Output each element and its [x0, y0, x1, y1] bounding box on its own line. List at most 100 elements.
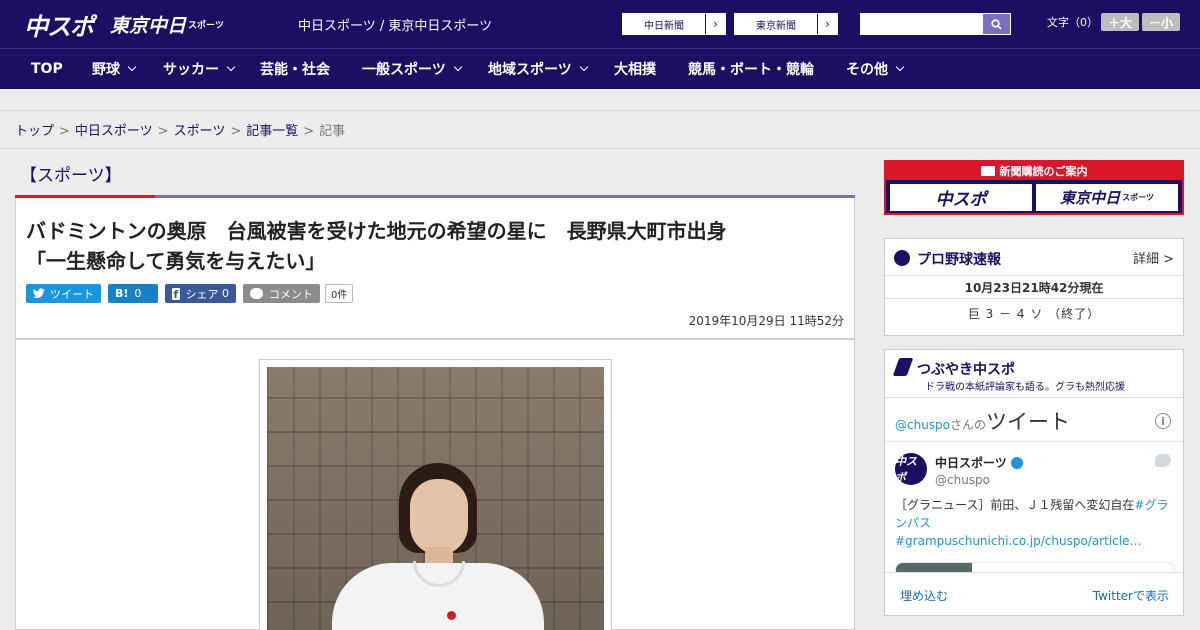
article-date: 2019年10月29日 11時52分: [688, 314, 844, 328]
ad-tokyo-logo[interactable]: 東京中日 スポーツ: [1036, 184, 1178, 211]
article-photo[interactable]: [267, 367, 604, 630]
breadcrumb-article-list[interactable]: 記事一覧: [246, 124, 298, 139]
tweet-text: ［グラニュース］前田、Ｊ１残留へ変幻自在#グランパス #grampuschuni…: [895, 496, 1173, 550]
comment-count: 0件: [325, 284, 354, 303]
view-on-twitter-link[interactable]: Twitterで表示: [1093, 587, 1169, 604]
tweet-author-name[interactable]: 中日スポーツ: [935, 454, 1023, 471]
nav-item-entertainment[interactable]: 芸能・社会: [260, 49, 330, 89]
search-input[interactable]: [860, 13, 982, 35]
breadcrumb-sep: >: [59, 124, 70, 139]
nav-label: 大相撲: [614, 62, 656, 78]
baseball-detail-link[interactable]: 詳細 >: [1133, 248, 1174, 267]
comment-label: コメント: [269, 287, 313, 301]
divider: [885, 441, 1183, 442]
breadcrumb-sep: >: [230, 124, 242, 139]
baseball-widget: プロ野球速報 詳細 > 10月23日21時42分現在 巨 3 － 4 ソ （終了…: [884, 238, 1184, 336]
comment-button[interactable]: コメント: [243, 284, 320, 303]
tokyo-shimbun-link[interactable]: 東京新聞 ›: [734, 13, 838, 35]
avatar[interactable]: 中スポ: [895, 453, 927, 485]
twitter-bird-icon[interactable]: [1155, 454, 1171, 467]
chevron-down-icon: [127, 62, 137, 72]
font-size-decrease-button[interactable]: －小: [1142, 13, 1180, 31]
tweet-author-name-text: 中日スポーツ: [935, 456, 1007, 470]
article-body: [15, 339, 855, 630]
baseball-widget-title: プロ野球速報: [917, 252, 1001, 268]
nav-item-racing[interactable]: 競馬・ボート・競輪: [688, 49, 814, 89]
twitter-share-label: ツイート: [50, 287, 94, 301]
nav-label: 地域スポーツ: [488, 62, 572, 78]
chevron-right-icon: ›: [705, 14, 725, 34]
pen-icon: [892, 358, 914, 376]
subscription-ad[interactable]: 新聞購読のご案内 中スポ 東京中日 スポーツ: [884, 160, 1184, 215]
hatena-icon: B!: [115, 287, 129, 300]
nav-item-soccer[interactable]: サッカー: [163, 49, 236, 89]
nav-item-general-sports[interactable]: 一般スポーツ: [362, 49, 462, 89]
tweet-text-body: ［グラニュース］前田、Ｊ１残留へ変幻自在: [895, 498, 1135, 512]
breadcrumb-sports[interactable]: スポーツ: [174, 124, 226, 139]
tokyo-chunichi-logo[interactable]: 東京中日 スポーツ: [110, 8, 224, 40]
twitter-share-button[interactable]: ツイート: [26, 284, 101, 303]
article-photo-frame: [259, 359, 612, 630]
article-header: バドミントンの奥原 台風被害を受けた地元の希望の星に 長野県大町市出身 「一生懸…: [15, 198, 855, 339]
facebook-count: 0: [222, 287, 229, 300]
search-button[interactable]: [982, 13, 1011, 35]
hatena-count: 0: [134, 287, 142, 300]
nav-label: 芸能・社会: [260, 62, 330, 78]
font-size-increase-button[interactable]: ＋大: [1101, 13, 1139, 31]
main-content: 【スポーツ】 バドミントンの奥原 台風被害を受けた地元の希望の星に 長野県大町市…: [15, 149, 855, 630]
info-icon[interactable]: i: [1155, 413, 1171, 429]
font-size-label: 文字（0）: [1047, 16, 1098, 29]
breadcrumb-top[interactable]: トップ: [15, 124, 54, 139]
twitter-bird-icon: [33, 288, 45, 299]
ad-chuspo-logo-text: 中スポ: [935, 190, 987, 210]
twitter-widget-title: つぶやき中スポ: [917, 362, 1015, 378]
twitter-widget-subtitle: ドラ戦の本紙評論家も語る。グラも熱烈応援: [925, 382, 1125, 393]
chuspo-logo[interactable]: 中スポ: [24, 8, 94, 41]
hatena-bookmark-button[interactable]: B! 0: [108, 284, 158, 303]
nav-label: TOP: [31, 61, 63, 77]
nav-label: 競馬・ボート・競輪: [688, 62, 814, 78]
tweets-header: @chuspoさんのツイート: [895, 406, 1070, 436]
tweets-header-title: ツイート: [986, 410, 1071, 434]
facebook-icon: f: [172, 287, 180, 301]
speech-bubble-icon: [250, 288, 263, 299]
ad-tokyo-logo-sub: スポーツ: [1122, 193, 1154, 202]
site-label: 中日スポーツ / 東京中日スポーツ: [298, 19, 493, 34]
ad-tokyo-logo-text: 東京中日: [1060, 189, 1121, 207]
baseball-icon: [894, 250, 910, 266]
facebook-share-button[interactable]: f シェア 0: [165, 284, 236, 303]
chevron-right-icon: ›: [817, 14, 837, 34]
nav-item-baseball[interactable]: 野球: [92, 49, 137, 89]
nav-label: その他: [846, 62, 888, 78]
tweets-header-suffix: さんの: [950, 418, 987, 432]
tweets-header-user[interactable]: @chuspo: [895, 418, 950, 432]
headline-line-1: バドミントンの奥原 台風被害を受けた地元の希望の星に 長野県大町市出身: [26, 219, 727, 243]
chevron-down-icon: [895, 62, 905, 72]
chunichi-shimbun-link[interactable]: 中日新聞 ›: [622, 13, 726, 35]
nav-label: 一般スポーツ: [362, 62, 446, 78]
breadcrumb-current: 記事: [319, 124, 346, 139]
nav-item-sumo[interactable]: 大相撲: [614, 49, 656, 89]
nav-item-other[interactable]: その他: [846, 49, 905, 89]
chuspo-logo-text: 中スポ: [24, 12, 94, 41]
headline-line-2: 「一生懸命して勇気を与えたい」: [26, 249, 326, 273]
divider: [885, 397, 1183, 398]
twitter-widget-footer: 埋め込む Twitterで表示: [885, 572, 1183, 616]
facebook-share-label: シェア: [185, 287, 219, 301]
ad-chuspo-logo[interactable]: 中スポ: [890, 184, 1032, 211]
tokyo-shimbun-label: 東京新聞: [756, 20, 796, 32]
verified-badge-icon: [1010, 457, 1023, 469]
top-header: 中スポ 東京中日 スポーツ 中日スポーツ / 東京中日スポーツ 中日新聞 › 東京…: [0, 0, 1200, 48]
article-headline: バドミントンの奥原 台風被害を受けた地元の希望の星に 長野県大町市出身 「一生懸…: [26, 216, 846, 276]
main-nav: TOP 野球 サッカー 芸能・社会 一般スポーツ 地域スポーツ 大相撲 競馬・ボ…: [0, 48, 1200, 89]
nav-item-local-sports[interactable]: 地域スポーツ: [488, 49, 588, 89]
nav-item-top[interactable]: TOP: [31, 49, 63, 89]
category-title: 【スポーツ】: [20, 166, 122, 186]
tweet-author-handle[interactable]: @chuspo: [935, 473, 990, 487]
tweet-media-preview[interactable]: [895, 562, 1175, 572]
breadcrumb-chunichi-sports[interactable]: 中日スポーツ: [75, 124, 153, 139]
baseball-score[interactable]: 巨 3 － 4 ソ （終了）: [885, 305, 1183, 322]
breadcrumb: トップ > 中日スポーツ > スポーツ > 記事一覧 > 記事: [15, 120, 345, 139]
embed-link[interactable]: 埋め込む: [900, 587, 948, 604]
tweet-link[interactable]: #grampuschunichi.co.jp/chuspo/article…: [895, 534, 1141, 548]
